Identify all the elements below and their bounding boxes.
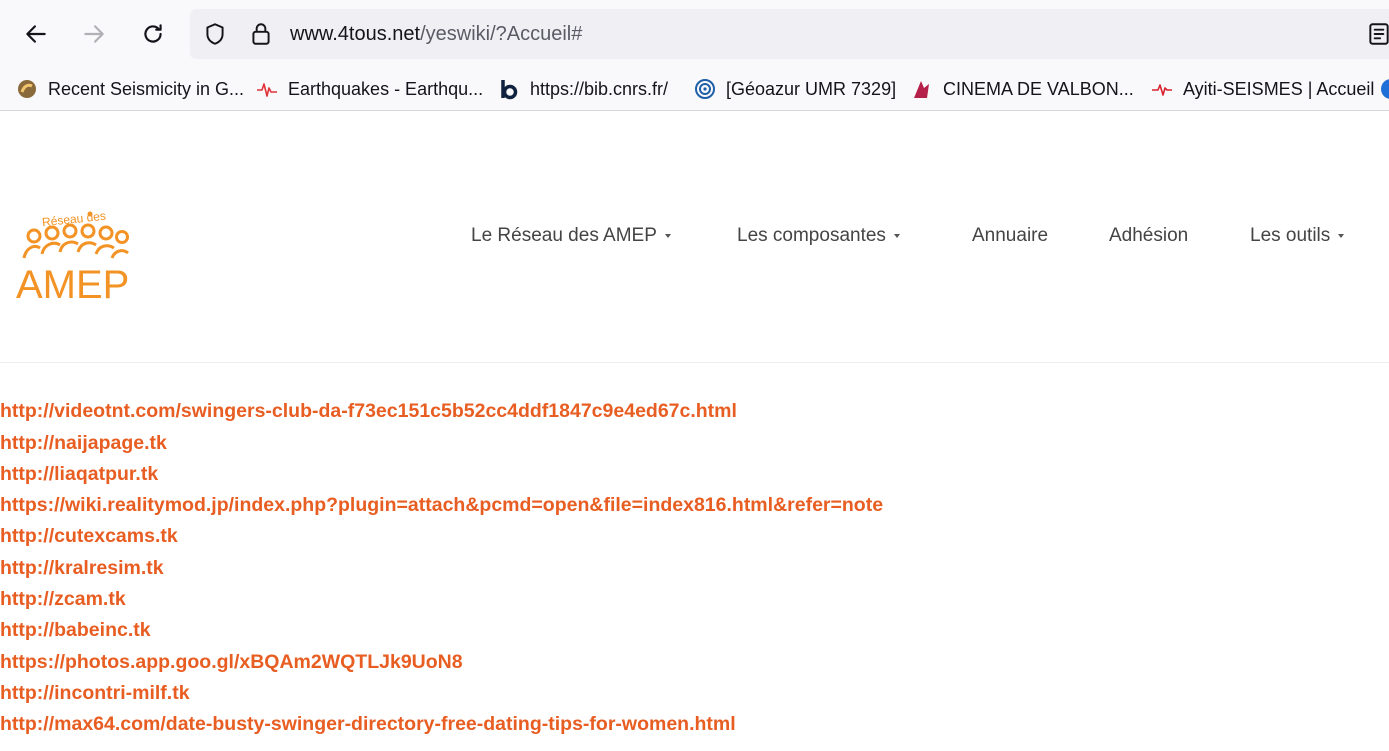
forward-button[interactable] xyxy=(74,14,114,54)
menu-label: Les outils xyxy=(1250,225,1331,246)
site-header: Réseau des AMEP Le Réseau des AMEP Les c… xyxy=(0,112,1389,363)
bookmark-label: Recent Seismicity in G... xyxy=(48,78,245,99)
caret-down-icon xyxy=(1338,233,1345,238)
bookmark-item[interactable]: https://bib.cnrs.fr/ xyxy=(498,76,668,102)
logo-main-text: AMEP xyxy=(16,263,129,304)
menu-item-adhesion[interactable]: Adhésion xyxy=(1109,225,1188,253)
menu-item-annuaire[interactable]: Annuaire xyxy=(972,225,1048,253)
back-button[interactable] xyxy=(16,14,56,54)
menu-item-outils[interactable]: Les outils xyxy=(1250,225,1345,253)
content-link[interactable]: http://max64.com/date-busty-swinger-dire… xyxy=(0,711,736,737)
browser-toolbar: www.4tous.net/yeswiki/?Accueil# xyxy=(0,0,1389,68)
cinema-icon xyxy=(911,78,933,100)
content-link[interactable]: http://zcam.tk xyxy=(0,586,126,612)
bookmark-item[interactable]: CINEMA DE VALBON... xyxy=(911,76,1134,102)
reload-button[interactable] xyxy=(133,14,173,54)
bookmark-item[interactable]: [Géoazur UMR 7329] xyxy=(694,76,896,102)
bookmark-label: Ayiti-SEISMES | Accueil xyxy=(1183,78,1375,99)
amep-logo-icon: Réseau des AMEP xyxy=(16,209,129,307)
caret-down-icon xyxy=(664,233,671,238)
menu-label: Les composantes xyxy=(737,225,886,246)
lock-icon[interactable] xyxy=(248,21,274,47)
reload-icon xyxy=(144,24,162,43)
content-link[interactable]: http://kralresim.tk xyxy=(0,555,164,581)
url-host: www.4tous.net xyxy=(290,23,421,45)
content-link[interactable]: http://naijapage.tk xyxy=(0,430,167,456)
content-link[interactable]: http://babeinc.tk xyxy=(0,617,151,643)
menu-label: Annuaire xyxy=(972,225,1049,246)
amep-logo[interactable]: Réseau des AMEP xyxy=(14,200,140,307)
bookmark-label: [Géoazur UMR 7329] xyxy=(726,78,897,99)
menu-item-composantes[interactable]: Les composantes xyxy=(737,225,900,253)
bib-b-icon xyxy=(498,78,520,100)
content-link[interactable]: http://cutexcams.tk xyxy=(0,523,178,549)
reader-view-icon[interactable] xyxy=(1366,21,1389,47)
menu-label: Le Réseau des AMEP xyxy=(471,225,657,246)
bookmark-overflow[interactable] xyxy=(1380,76,1389,102)
content-link[interactable]: http://incontri-milf.tk xyxy=(0,680,190,706)
seismicity-icon xyxy=(16,78,38,100)
menu-label: Adhésion xyxy=(1109,225,1189,246)
bookmark-item[interactable]: Recent Seismicity in G... xyxy=(16,76,244,102)
content-link[interactable]: http://liaqatpur.tk xyxy=(0,461,158,487)
content-link[interactable]: http://videotnt.com/swingers-club-da-f73… xyxy=(0,398,737,424)
menu-item-reseau[interactable]: Le Réseau des AMEP xyxy=(471,225,671,253)
seismes-wave-icon xyxy=(1151,78,1173,100)
bookmark-label: https://bib.cnrs.fr/ xyxy=(530,78,669,99)
bookmark-label: Earthquakes - Earthqu... xyxy=(288,78,484,99)
geoazur-icon xyxy=(694,78,716,100)
caret-down-icon xyxy=(893,233,900,238)
bookmark-label: CINEMA DE VALBON... xyxy=(943,78,1134,99)
bookmark-item[interactable]: Ayiti-SEISMES | Accueil xyxy=(1151,76,1374,102)
url-text[interactable]: www.4tous.net/yeswiki/?Accueil# xyxy=(290,21,582,47)
tracking-protection-shield-icon[interactable] xyxy=(202,21,228,47)
bookmark-item[interactable]: Earthquakes - Earthqu... xyxy=(256,76,483,102)
earthquake-wave-icon xyxy=(256,78,278,100)
url-path: /yeswiki/?Accueil# xyxy=(420,23,583,45)
bookmarks-toolbar: Recent Seismicity in G... Earthquakes - … xyxy=(0,68,1389,111)
overflow-icon xyxy=(1380,78,1389,100)
address-bar[interactable]: www.4tous.net/yeswiki/?Accueil# xyxy=(190,9,1389,59)
back-arrow-icon xyxy=(26,25,46,43)
content-link[interactable]: https://photos.app.goo.gl/xBQAm2WQTLJk9U… xyxy=(0,649,463,675)
content-link[interactable]: https://wiki.realitymod.jp/index.php?plu… xyxy=(0,492,883,518)
forward-arrow-icon xyxy=(84,25,104,43)
